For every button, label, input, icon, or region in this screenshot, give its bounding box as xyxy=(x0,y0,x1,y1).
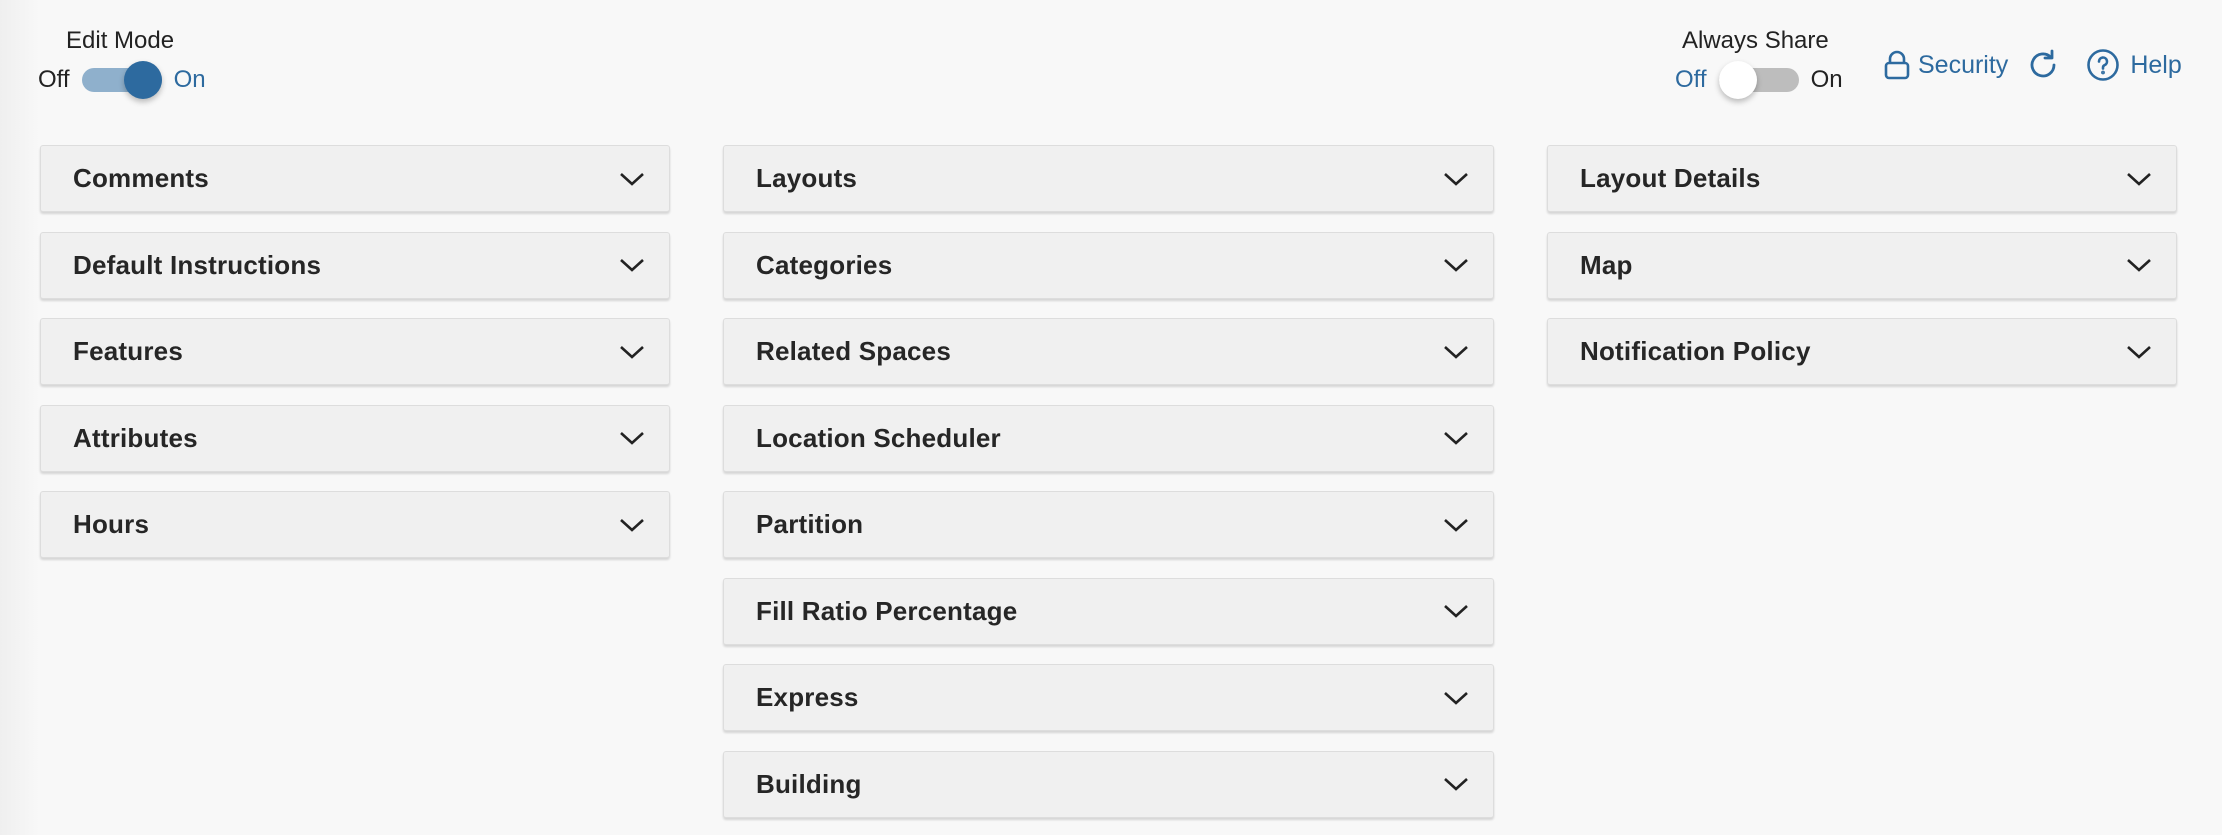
lock-icon xyxy=(1884,50,1918,80)
chevron-down-icon[interactable] xyxy=(1443,776,1469,792)
accordion-title: Layout Details xyxy=(1580,163,1761,193)
always-share-off-label: Off xyxy=(1675,66,1707,93)
switch-thumb[interactable] xyxy=(1718,61,1757,99)
chevron-down-icon[interactable] xyxy=(1443,430,1469,446)
accordion-title: Default Instructions xyxy=(73,249,322,280)
accordion-notification-policy[interactable]: Notification Policy xyxy=(1547,318,2177,385)
accordion-related-spaces[interactable]: Related Spaces xyxy=(723,318,1494,385)
chevron-down-icon[interactable] xyxy=(619,344,645,360)
chevron-down-icon[interactable] xyxy=(1443,603,1469,619)
help-link[interactable]: Help xyxy=(2086,48,2182,82)
accordion-categories[interactable]: Categories xyxy=(723,231,1494,299)
security-label: Security xyxy=(1918,50,2009,79)
panel-column-3: Layout Details Map Notification Policy xyxy=(1547,145,2177,405)
always-share-switch[interactable] xyxy=(1718,61,1799,99)
edit-mode-off-label: Off xyxy=(38,66,70,93)
accordion-title: Layouts xyxy=(756,163,858,193)
chevron-down-icon[interactable] xyxy=(1443,517,1469,533)
chevron-down-icon[interactable] xyxy=(1443,344,1469,360)
edit-mode-on-label: On xyxy=(173,66,206,93)
accordion-title: Categories xyxy=(756,249,893,280)
accordion-title: Attributes xyxy=(73,422,198,453)
accordion-features[interactable]: Features xyxy=(40,318,670,385)
accordion-title: Comments xyxy=(73,163,209,193)
accordion-title: Hours xyxy=(73,509,150,539)
accordion-layout-details[interactable]: Layout Details xyxy=(1547,145,2177,212)
edit-mode-switch[interactable] xyxy=(81,61,162,99)
accordion-title: Location Scheduler xyxy=(756,422,1001,453)
accordion-default-instructions[interactable]: Default Instructions xyxy=(40,231,670,299)
chevron-down-icon[interactable] xyxy=(619,171,645,187)
accordion-title: Features xyxy=(73,336,183,366)
accordion-title: Partition xyxy=(756,509,864,539)
accordion-title: Fill Ratio Percentage xyxy=(756,595,1018,626)
chevron-down-icon[interactable] xyxy=(619,517,645,533)
accordion-fill-ratio-percentage[interactable]: Fill Ratio Percentage xyxy=(723,577,1494,645)
chevron-down-icon[interactable] xyxy=(2126,344,2152,360)
accordion-map[interactable]: Map xyxy=(1547,231,2177,299)
header-actions: Security Help xyxy=(1884,48,2182,82)
chevron-down-icon[interactable] xyxy=(2126,171,2152,187)
security-link[interactable]: Security xyxy=(1884,50,2008,80)
accordion-location-scheduler[interactable]: Location Scheduler xyxy=(723,404,1494,472)
accordion-title: Notification Policy xyxy=(1580,336,1811,366)
accordion-comments[interactable]: Comments xyxy=(40,145,670,212)
always-share-toggle-row: Off On xyxy=(1675,61,1843,99)
accordion-title: Building xyxy=(756,768,862,799)
switch-thumb[interactable] xyxy=(123,61,162,99)
chevron-down-icon[interactable] xyxy=(619,430,645,446)
accordion-title: Map xyxy=(1580,249,1633,280)
refresh-button[interactable] xyxy=(2026,48,2060,82)
accordion-layouts[interactable]: Layouts xyxy=(723,145,1494,212)
chevron-down-icon[interactable] xyxy=(1443,171,1469,187)
accordion-hours[interactable]: Hours xyxy=(40,491,670,558)
accordion-building[interactable]: Building xyxy=(723,750,1494,818)
panel-column-2: Layouts Categories Related Spaces Locati… xyxy=(723,145,1494,835)
chevron-down-icon[interactable] xyxy=(1443,690,1469,706)
accordion-partition[interactable]: Partition xyxy=(723,491,1494,558)
accordion-attributes[interactable]: Attributes xyxy=(40,404,670,472)
accordion-title: Related Spaces xyxy=(756,336,952,366)
page: Edit Mode Off On Always Share Off On Sec… xyxy=(0,0,2222,835)
always-share-on-label: On xyxy=(1810,66,1843,93)
refresh-icon xyxy=(2026,48,2060,82)
edit-mode-toggle-row: Off On xyxy=(38,61,206,99)
chevron-down-icon[interactable] xyxy=(619,257,645,273)
accordion-title: Express xyxy=(756,682,859,712)
help-circle-icon xyxy=(2086,48,2130,82)
accordion-express[interactable]: Express xyxy=(723,664,1494,731)
help-label: Help xyxy=(2130,50,2182,79)
chevron-down-icon[interactable] xyxy=(2126,257,2152,273)
always-share-label: Always Share xyxy=(1682,27,1829,54)
edit-mode-label: Edit Mode xyxy=(66,27,175,54)
panel-column-1: Comments Default Instructions Features A… xyxy=(40,145,670,578)
chevron-down-icon[interactable] xyxy=(1443,257,1469,273)
